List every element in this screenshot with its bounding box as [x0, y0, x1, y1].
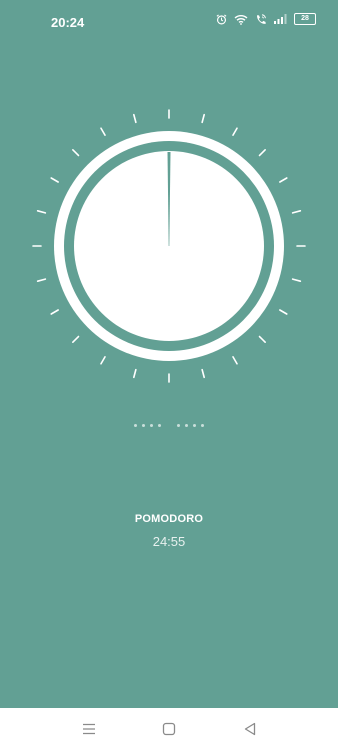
dial-tick: [232, 356, 238, 365]
dial-tick: [133, 368, 137, 379]
menu-icon[interactable]: [82, 722, 96, 741]
dial-tick: [232, 127, 238, 136]
dial-tick: [50, 177, 59, 183]
dial-tick: [72, 149, 80, 157]
dial-tick: [133, 113, 137, 124]
app-screen: 20:24 28 POMODORO 24:55: [0, 0, 338, 708]
page-dot: [150, 424, 153, 427]
system-nav-bar: [0, 708, 338, 750]
page-dot: [134, 424, 137, 427]
page-indicator: [0, 424, 338, 427]
dial-tick: [36, 278, 47, 282]
dial-tick: [279, 309, 288, 315]
timer-name: POMODORO: [134, 513, 204, 525]
dial-tick: [201, 368, 205, 379]
page-dot: [185, 424, 188, 427]
page-dot: [142, 424, 145, 427]
dial-tick: [72, 335, 80, 343]
dial-tick: [50, 309, 59, 315]
dial-tick: [258, 149, 266, 157]
timer-dial[interactable]: [0, 0, 338, 420]
page-dot: [158, 424, 161, 427]
dial-tick: [258, 335, 266, 343]
dial-tick: [201, 113, 205, 124]
page-dot: [201, 424, 204, 427]
dial-tick: [36, 210, 47, 214]
dial-tick: [100, 356, 106, 365]
page-indicator-group-left: [134, 424, 161, 427]
page-dot: [177, 424, 180, 427]
dial-tick: [291, 278, 302, 282]
dial-tick: [279, 177, 288, 183]
dial-tick: [100, 127, 106, 136]
back-icon[interactable]: [243, 722, 257, 741]
timer-remaining: 24:55: [152, 534, 186, 549]
dial-tick: [291, 210, 302, 214]
page-indicator-group-right: [177, 424, 204, 427]
page-dot: [193, 424, 196, 427]
home-icon[interactable]: [162, 722, 176, 741]
